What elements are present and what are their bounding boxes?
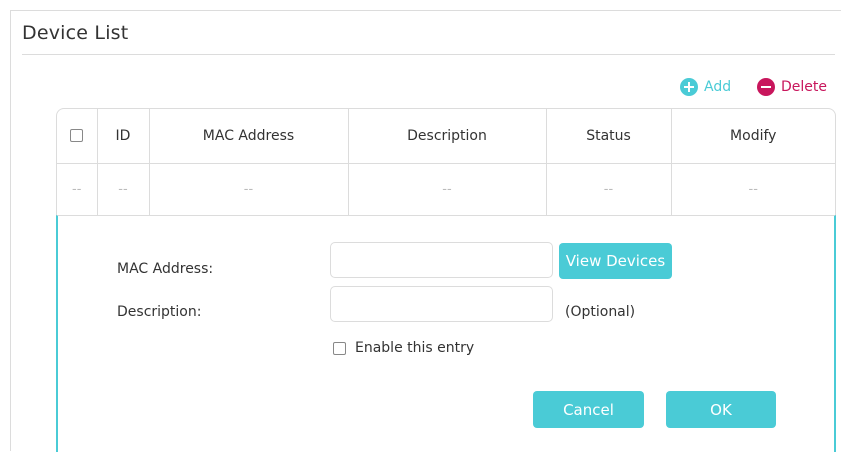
delete-label: Delete: [781, 79, 827, 95]
mac-address-label: MAC Address:: [117, 261, 214, 277]
enable-entry-checkbox[interactable]: [333, 341, 346, 355]
column-header-description: Description: [348, 109, 547, 164]
column-header-status: Status: [546, 109, 672, 164]
table-header-row: ID MAC Address Description Status Modify: [57, 109, 835, 164]
minus-circle-icon: [757, 78, 775, 96]
row-checkbox-cell: --: [57, 163, 98, 215]
column-header-mac: MAC Address: [149, 109, 349, 164]
table-row: -- -- -- -- -- --: [57, 163, 835, 215]
cancel-button[interactable]: Cancel: [533, 391, 644, 428]
column-header-id: ID: [97, 109, 150, 164]
enable-entry-label: Enable this entry: [355, 340, 475, 356]
device-table: ID MAC Address Description Status Modify…: [56, 108, 836, 452]
enable-entry-option[interactable]: Enable this entry: [333, 340, 474, 356]
add-button[interactable]: Add: [680, 77, 731, 97]
title-divider: [22, 54, 835, 55]
mac-address-input[interactable]: [330, 242, 553, 278]
optional-note: (Optional): [565, 304, 636, 320]
plus-circle-icon: [680, 78, 698, 96]
column-header-modify: Modify: [671, 109, 835, 164]
delete-button[interactable]: Delete: [757, 77, 827, 97]
description-label: Description:: [117, 304, 202, 320]
select-all-checkbox[interactable]: [70, 129, 84, 143]
ok-button[interactable]: OK: [666, 391, 776, 428]
page-title: Device List: [22, 22, 129, 44]
entry-edit-form: MAC Address: View Devices Description: (…: [56, 215, 836, 452]
row-description-cell: --: [348, 163, 547, 215]
view-devices-button[interactable]: View Devices: [559, 243, 672, 279]
select-all-cell: [57, 109, 98, 164]
row-status-cell: --: [546, 163, 672, 215]
description-input[interactable]: [330, 286, 553, 322]
row-modify-cell: --: [748, 181, 758, 197]
row-id-cell: --: [97, 163, 150, 215]
add-label: Add: [704, 79, 732, 95]
row-mac-cell: --: [149, 163, 349, 215]
